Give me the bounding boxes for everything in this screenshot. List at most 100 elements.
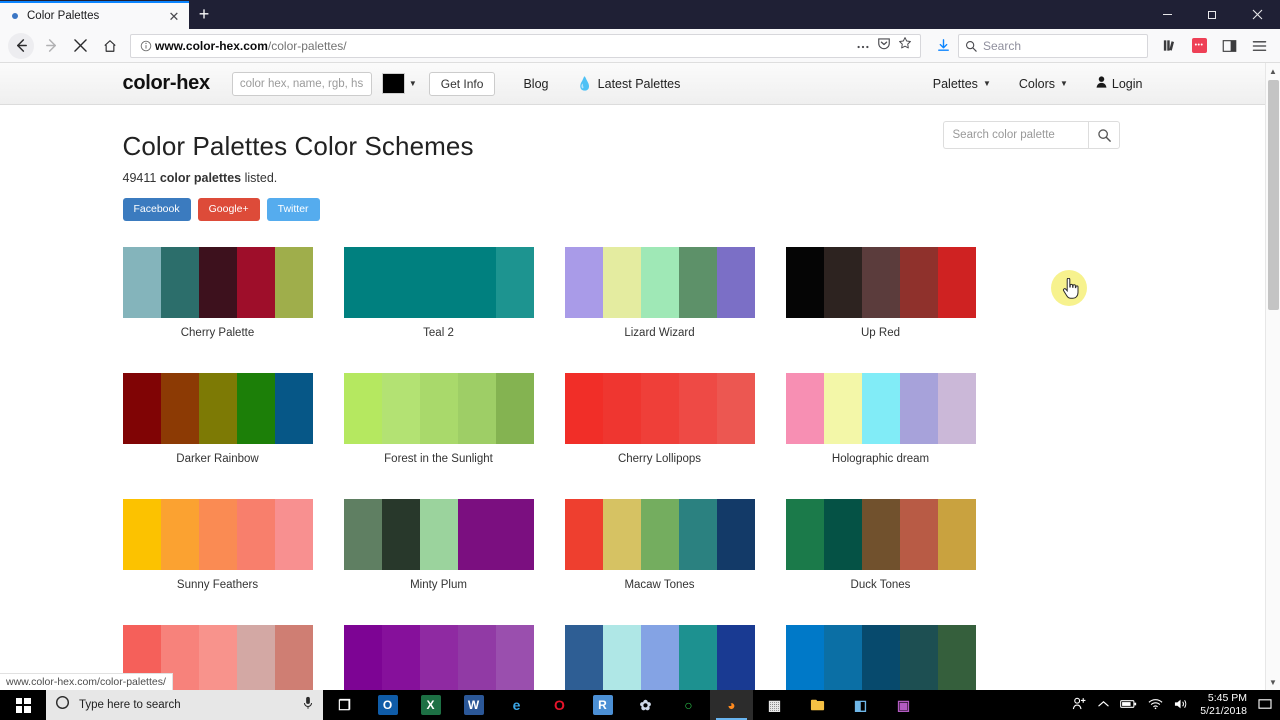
downloads-button[interactable] (929, 32, 958, 60)
palette-swatches[interactable] (343, 373, 534, 444)
palette-swatch[interactable] (640, 625, 679, 690)
palette-swatches[interactable] (564, 499, 755, 570)
palette-swatch[interactable] (198, 499, 237, 570)
library-icon[interactable] (1156, 33, 1182, 59)
palette-swatches[interactable] (785, 373, 976, 444)
palette-swatch[interactable] (419, 499, 458, 570)
palette-swatch[interactable] (381, 499, 420, 570)
forward-button[interactable] (37, 32, 66, 60)
palette-swatch[interactable] (564, 625, 603, 690)
palette-name[interactable]: Up Red (786, 327, 976, 339)
nav-login[interactable]: Login (1096, 76, 1143, 91)
taskbar-edge-icon[interactable]: e (495, 690, 538, 720)
scroll-up-arrow-icon[interactable]: ▲ (1266, 63, 1280, 79)
palette-swatch[interactable] (640, 247, 679, 318)
palette-swatch[interactable] (564, 499, 603, 570)
palette-search-input[interactable]: Search color palette (942, 121, 1088, 149)
hex-search-input[interactable]: color hex, name, rgb, hs (231, 71, 372, 96)
social-button-facebook[interactable]: Facebook (122, 198, 191, 221)
hamburger-menu-icon[interactable] (1246, 33, 1272, 59)
palette-swatch[interactable] (457, 499, 496, 570)
taskbar-outlook-icon[interactable]: O (366, 690, 409, 720)
palette-swatch[interactable] (160, 499, 199, 570)
palette-swatch[interactable] (236, 499, 275, 570)
palette-card[interactable]: Duck Tones (785, 499, 992, 591)
palette-swatches[interactable] (564, 247, 755, 318)
color-swatch[interactable] (381, 73, 405, 94)
taskbar-r-statistics-icon[interactable]: R (581, 690, 624, 720)
palette-swatch[interactable] (823, 625, 862, 690)
palette-swatch[interactable] (937, 625, 976, 690)
palette-card[interactable]: Forest in the Sunlight (343, 373, 550, 465)
taskbar-ring-app-icon[interactable]: ○ (667, 690, 710, 720)
palette-name[interactable]: Holographic dream (786, 453, 976, 465)
palette-swatch[interactable] (716, 247, 755, 318)
palette-swatch[interactable] (564, 247, 603, 318)
palette-swatches[interactable] (343, 247, 534, 318)
palette-swatches[interactable] (343, 499, 534, 570)
taskbar-excel-icon[interactable]: X (409, 690, 452, 720)
people-icon[interactable] (1072, 697, 1087, 713)
nav-blog[interactable]: Blog (523, 77, 548, 91)
palette-swatch[interactable] (678, 373, 717, 444)
palette-swatch[interactable] (716, 373, 755, 444)
palette-swatch[interactable] (495, 625, 534, 690)
action-center-icon[interactable] (1258, 698, 1272, 713)
palette-swatch[interactable] (602, 247, 641, 318)
palette-card[interactable]: Minty Plum (343, 499, 550, 591)
social-button-google[interactable]: Google+ (197, 198, 260, 221)
palette-swatch[interactable] (236, 247, 275, 318)
tab-close-icon[interactable]: ✕ (167, 10, 181, 23)
palette-swatch[interactable] (937, 373, 976, 444)
taskbar-calculator-icon[interactable]: ▦ (753, 690, 796, 720)
taskbar-firefox-icon[interactable]: ◕ (710, 690, 753, 720)
vertical-scrollbar[interactable]: ▲ ▼ (1265, 63, 1280, 690)
chevron-down-icon[interactable]: ▼ (409, 79, 417, 88)
taskbar-file-explorer-icon[interactable]: 🖿 (796, 690, 839, 720)
palette-swatch[interactable] (198, 247, 237, 318)
palette-card[interactable]: Teal 2 (343, 247, 550, 339)
palette-swatch[interactable] (381, 373, 420, 444)
pocket-save-icon[interactable] (877, 36, 891, 55)
palette-swatch[interactable] (823, 499, 862, 570)
palette-swatch[interactable] (381, 625, 420, 690)
palette-swatch[interactable] (419, 625, 458, 690)
start-button[interactable] (0, 690, 46, 720)
close-button[interactable] (1235, 0, 1280, 29)
palette-swatch[interactable] (343, 247, 382, 318)
site-logo[interactable]: color-hex (123, 72, 211, 95)
bookmark-star-icon[interactable] (898, 36, 912, 55)
palette-swatch[interactable] (198, 373, 237, 444)
palette-swatches[interactable] (785, 499, 976, 570)
address-bar[interactable]: www.color-hex.com/color-palettes/ (130, 33, 921, 58)
palette-swatch[interactable] (602, 499, 641, 570)
palette-swatch[interactable] (861, 499, 900, 570)
color-swatch-picker[interactable]: ▼ (381, 73, 417, 94)
palette-swatch[interactable] (495, 499, 534, 570)
palette-card[interactable]: Sunny Feathers (122, 499, 329, 591)
nav-palettes[interactable]: Palettes ▼ (933, 77, 991, 91)
get-info-button[interactable]: Get Info (428, 71, 496, 96)
palette-swatch[interactable] (785, 373, 824, 444)
palette-card[interactable]: Macaw Tones (564, 499, 771, 591)
taskbar-notes-app-icon[interactable]: ◧ (839, 690, 882, 720)
palette-swatch[interactable] (785, 499, 824, 570)
minimize-button[interactable] (1145, 0, 1190, 29)
palette-swatch[interactable] (716, 625, 755, 690)
palette-swatch[interactable] (274, 499, 313, 570)
pocket-list-icon[interactable]: ••• (1186, 33, 1212, 59)
nav-latest-palettes[interactable]: 💧 Latest Palettes (576, 76, 680, 92)
browser-search-bar[interactable]: Search (958, 33, 1148, 58)
palette-name[interactable]: Sunny Feathers (123, 579, 313, 591)
palette-card[interactable]: Cherry Palette (122, 247, 329, 339)
scrollbar-thumb[interactable] (1268, 80, 1279, 310)
taskbar-search-box[interactable]: Type here to search (46, 690, 323, 720)
palette-swatch[interactable] (457, 373, 496, 444)
volume-icon[interactable] (1174, 698, 1189, 713)
palette-swatch[interactable] (678, 625, 717, 690)
social-button-twitter[interactable]: Twitter (266, 198, 320, 221)
palette-swatch[interactable] (160, 373, 199, 444)
palette-card[interactable]: Up Red (785, 247, 992, 339)
palette-swatch[interactable] (861, 625, 900, 690)
taskbar-opera-icon[interactable]: O (538, 690, 581, 720)
